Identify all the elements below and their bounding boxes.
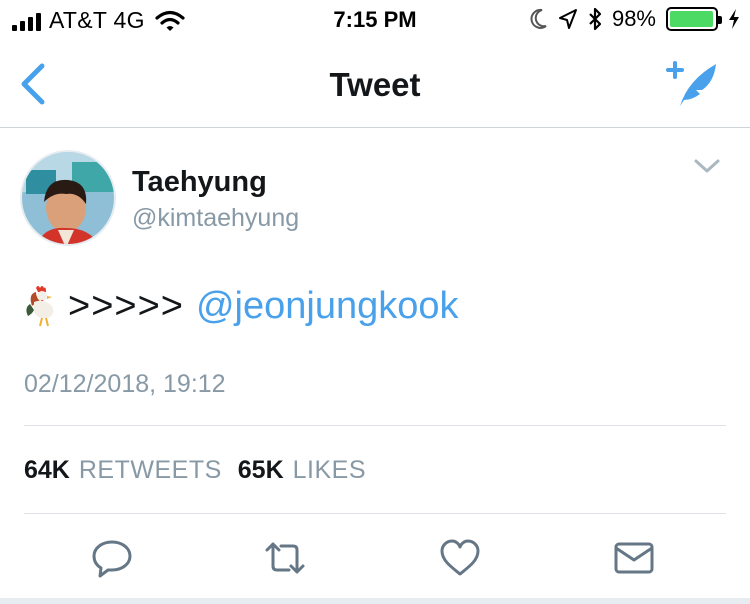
retweets-label: RETWEETS	[78, 456, 222, 484]
retweet-icon[interactable]	[263, 536, 307, 580]
battery-fill	[670, 11, 714, 27]
divider	[24, 425, 726, 426]
battery-cap	[718, 16, 722, 24]
tweet-text: >>>>> @jeonjungkook	[22, 284, 459, 328]
author-handle[interactable]: @kimtaehyung	[132, 204, 299, 233]
bottom-strip	[0, 598, 750, 604]
divider	[24, 513, 726, 514]
retweets-count: 64K	[24, 456, 70, 484]
mention-link[interactable]: @jeonjungkook	[196, 285, 459, 328]
reply-icon[interactable]	[90, 536, 134, 580]
charging-icon	[729, 9, 739, 29]
battery-percentage: 98%	[611, 6, 656, 31]
likes-stat[interactable]: 65K LIKES	[238, 456, 366, 485]
bluetooth-icon	[589, 7, 602, 31]
battery-icon	[666, 7, 722, 31]
chevron-down-icon[interactable]	[692, 154, 722, 178]
like-icon[interactable]	[438, 536, 482, 580]
tweet-stats: 64K RETWEETS 65K LIKES	[24, 456, 366, 485]
rooster-emoji	[26, 286, 54, 327]
page-title: Tweet	[329, 66, 421, 103]
tweet-arrows: >>>>>	[68, 284, 184, 327]
direct-message-icon[interactable]	[612, 536, 656, 580]
avatar-image	[22, 152, 114, 244]
compose-tweet-icon[interactable]	[662, 60, 720, 110]
likes-count: 65K	[237, 456, 284, 484]
avatar[interactable]	[20, 150, 116, 246]
moon-icon	[530, 8, 547, 29]
tweet-timestamp: 02/12/2018, 19:12	[24, 370, 226, 398]
status-right: 98%	[530, 6, 740, 32]
status-bar: AT&T 4G 7:15 PM 98%	[0, 0, 750, 40]
likes-label: LIKES	[292, 456, 367, 484]
location-icon	[558, 9, 577, 29]
retweets-stat[interactable]: 64K RETWEETS	[24, 456, 222, 485]
tweet-actions	[0, 530, 750, 586]
author-name[interactable]: Taehyung	[132, 166, 267, 199]
navigation-bar: Tweet	[0, 40, 750, 128]
